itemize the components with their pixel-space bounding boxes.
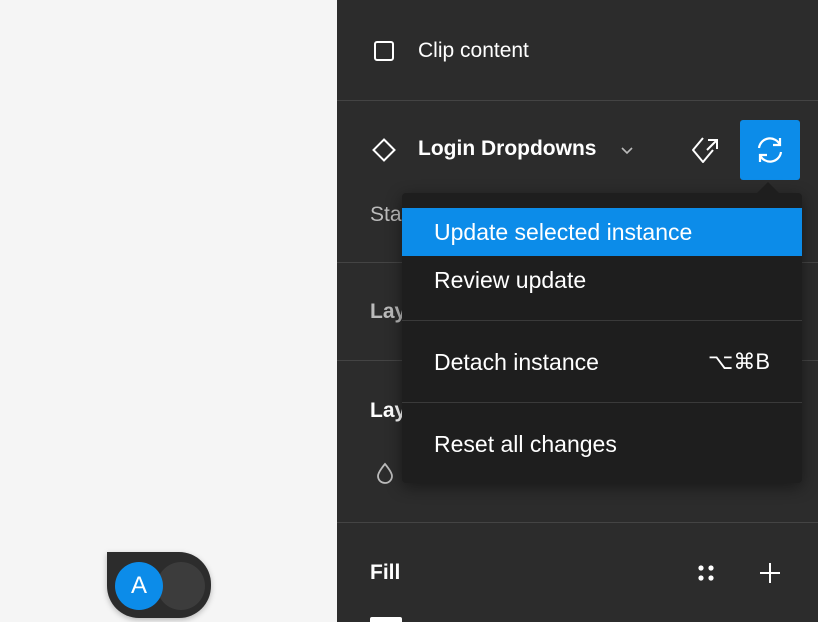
layer-section-title-partial: Lay — [370, 300, 407, 323]
menu-item-update-selected-instance[interactable]: Update selected instance — [402, 208, 802, 256]
menu-separator — [402, 320, 802, 321]
avatar-secondary[interactable] — [157, 562, 205, 610]
opacity-drop-icon — [377, 462, 393, 484]
instance-update-menu: Update selected instance Review update D… — [402, 193, 802, 483]
fill-color-swatch[interactable] — [370, 617, 402, 622]
section-divider — [337, 100, 818, 101]
plus-icon[interactable] — [757, 560, 783, 586]
multiplayer-avatars[interactable]: A — [107, 552, 211, 618]
chevron-down-icon[interactable] — [619, 142, 635, 158]
menu-item-label: Review update — [434, 267, 587, 293]
avatar-user[interactable]: A — [115, 562, 163, 610]
menu-item-label: Reset all changes — [434, 431, 617, 457]
menu-item-review-update[interactable]: Review update — [402, 256, 802, 304]
component-name[interactable]: Login Dropdowns — [418, 137, 596, 161]
menu-item-detach-instance[interactable]: Detach instance ⌥⌘B — [402, 338, 802, 386]
section-divider — [337, 522, 818, 523]
update-instance-button[interactable] — [740, 120, 800, 180]
menu-item-shortcut: ⌥⌘B — [707, 349, 770, 374]
clip-content-label: Clip content — [418, 39, 529, 62]
design-canvas[interactable]: A — [0, 0, 337, 622]
clip-content-checkbox[interactable] — [374, 41, 394, 61]
styles-grid-icon[interactable] — [695, 562, 717, 584]
component-diamond-icon — [372, 138, 396, 162]
layer-section-title-partial-2: Lay — [370, 399, 407, 422]
status-label-partial: Sta — [370, 203, 402, 226]
menu-item-label: Update selected instance — [434, 219, 693, 245]
menu-separator — [402, 402, 802, 403]
fill-section-title: Fill — [370, 561, 401, 584]
sync-update-icon — [757, 137, 783, 163]
menu-item-reset-all-changes[interactable]: Reset all changes — [402, 420, 802, 468]
go-to-main-component-icon[interactable] — [689, 134, 721, 166]
figma-window: A Clip content Login Dropdowns Sta Lay L… — [0, 0, 818, 622]
menu-item-label: Detach instance — [434, 349, 599, 375]
menu-caret — [756, 182, 780, 194]
